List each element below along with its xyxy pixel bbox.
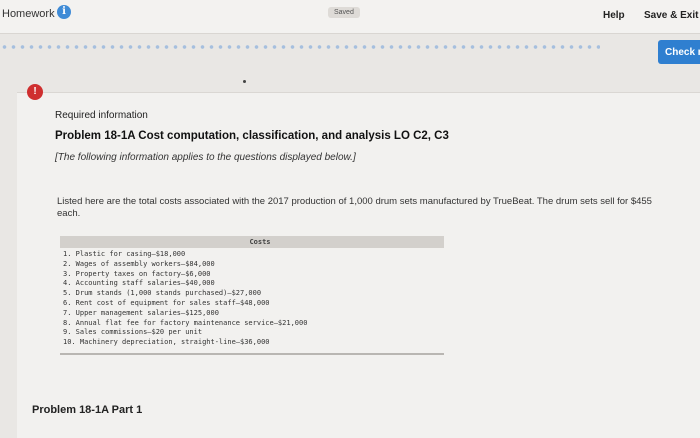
cursor-dot: [243, 80, 246, 83]
required-information-label: Required information: [55, 110, 148, 121]
cost-item: 8. Annual flat fee for factory maintenan…: [63, 318, 308, 327]
info-icon[interactable]: i: [57, 5, 71, 19]
costs-table: Costs 1. Plastic for casing—$18,000 2. W…: [60, 236, 444, 355]
costs-list: 1. Plastic for casing—$18,000 2. Wages o…: [60, 248, 444, 352]
alert-icon: !: [27, 84, 43, 100]
homework-title: Homework: [2, 8, 55, 20]
question-progress-bar[interactable]: [0, 40, 700, 56]
cost-item: 3. Property taxes on factory—$6,000: [63, 269, 211, 278]
cost-item: 6. Rent cost of equipment for sales staf…: [63, 298, 270, 307]
problem-title: Problem 18-1A Cost computation, classifi…: [55, 130, 449, 142]
cost-item: 7. Upper management salaries—$125,000: [63, 308, 219, 317]
costs-header: Costs: [60, 236, 444, 248]
part-title: Problem 18-1A Part 1: [32, 404, 143, 416]
saved-status: Saved: [328, 7, 360, 18]
help-link[interactable]: Help: [603, 10, 625, 21]
cost-item: 9. Sales commissions—$20 per unit: [63, 328, 203, 337]
table-divider: [60, 352, 444, 355]
intro-text: Listed here are the total costs associat…: [57, 196, 652, 219]
cost-item: 10. Machinery depreciation, straight-lin…: [63, 338, 270, 347]
cost-item: 4. Accounting staff salaries—$40,000: [63, 279, 215, 288]
check-button[interactable]: Check r: [658, 40, 700, 64]
applies-note: [The following information applies to th…: [55, 152, 356, 163]
top-bar: Homework i Saved Help Save & Exit: [0, 0, 700, 34]
progress-dots[interactable]: [0, 44, 600, 50]
cost-item: 2. Wages of assembly workers—$84,000: [63, 259, 215, 268]
save-exit-button[interactable]: Save & Exit: [644, 10, 698, 21]
cost-item: 5. Drum stands (1,000 stands purchased)—…: [63, 289, 262, 298]
cost-item: 1. Plastic for casing—$18,000: [63, 250, 186, 258]
